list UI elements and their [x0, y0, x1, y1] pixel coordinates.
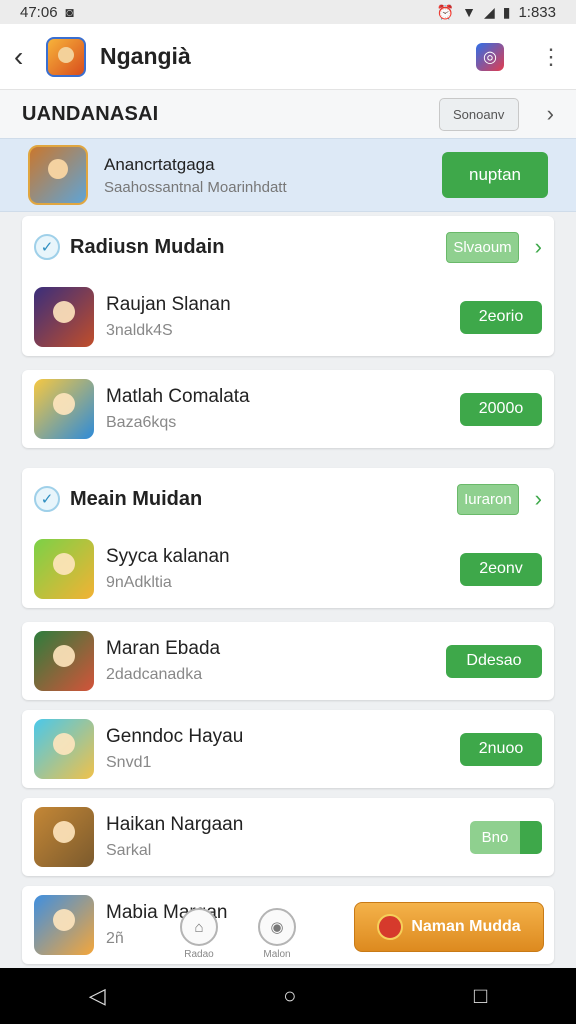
status-right: ⏰ ▼ ◢ ▮ 1:833	[437, 4, 556, 21]
list-item-button[interactable]: Ddesao	[446, 644, 542, 678]
group-title: Radiusn Mudain	[70, 235, 225, 258]
list-item-button-end	[520, 820, 542, 854]
app-bar: ‹ Ngangià ◎ ⋮	[0, 24, 576, 90]
featured-item[interactable]: Anancrtatgaga Saahossantnal Moarinhdatt …	[0, 138, 576, 212]
app-icon	[34, 895, 94, 955]
list-item-text: Matlah Comalata Baza6kqs	[106, 386, 460, 432]
store-icon[interactable]: ◎	[476, 42, 504, 71]
app-icon	[34, 379, 94, 439]
target-icon: ◉	[258, 908, 296, 946]
list-item[interactable]: Maran Ebada 2dadcanadka Ddesao	[22, 622, 554, 700]
app-logo	[46, 36, 86, 77]
group-card: ✓ Meain Muidan Iuraron › Syyca kalanan 9…	[22, 468, 554, 608]
floating-nav: ⌂ Radao ◉ Malon	[180, 908, 296, 960]
group-card: ✓ Radiusn Mudain Slvaoum › Raujan Slanan…	[22, 216, 554, 356]
list-item-button-label: Bno	[470, 820, 520, 854]
list-item-name: Matlah Comalata	[106, 386, 250, 407]
list-item-text: Syyca kalanan 9nAdkltia	[106, 546, 460, 592]
app-icon	[34, 539, 94, 599]
list-item-sub: Baza6kqs	[106, 414, 177, 431]
nav-label: Malon	[263, 949, 291, 960]
status-battery: 1:833	[518, 3, 556, 21]
featured-subtitle: Saahossantnal Moarinhdatt	[104, 178, 287, 196]
list-item-name: Haikan Nargaan	[106, 814, 244, 835]
list-card: Genndoc Hayau Snvd1 2nuoo	[22, 710, 554, 788]
nav-item-radao[interactable]: ⌂ Radao	[180, 908, 218, 960]
wifi-icon: ▼	[462, 4, 476, 20]
chevron-right-icon[interactable]: ›	[535, 486, 542, 512]
nav-item-malon[interactable]: ◉ Malon	[258, 908, 296, 960]
battery-icon: ▮	[502, 4, 511, 20]
back-nav-icon[interactable]: ◁	[89, 983, 106, 1009]
list-item-name: Syyca kalanan	[106, 546, 230, 567]
list-item-sub: Snvd1	[106, 754, 152, 771]
notification-icon: ◙	[65, 4, 75, 20]
group-badge[interactable]: Slvaoum	[446, 231, 519, 263]
back-icon[interactable]: ‹	[14, 41, 34, 73]
app-icon	[34, 631, 94, 691]
list-item-button[interactable]: 2eonv	[460, 552, 542, 586]
section-header: UANDANASAI Sonoanv ›	[0, 90, 576, 138]
list-item-sub: 3naldk4S	[106, 322, 173, 339]
featured-title: Anancrtatgaga	[104, 154, 215, 174]
featured-app-icon	[28, 145, 88, 205]
chevron-right-icon[interactable]: ›	[535, 234, 542, 260]
app-icon	[34, 807, 94, 867]
status-left: 47:06 ◙	[20, 4, 74, 21]
section-title: UANDANASAI	[22, 102, 159, 125]
status-time: 47:06	[20, 3, 58, 21]
check-icon: ✓	[34, 234, 60, 260]
app-icon	[34, 719, 94, 779]
list-item-button[interactable]: 2000o	[460, 392, 542, 426]
app-icon	[34, 287, 94, 347]
list-item-text: Raujan Slanan 3naldk4S	[106, 294, 460, 340]
list-item[interactable]: Genndoc Hayau Snvd1 2nuoo	[22, 710, 554, 788]
signal-icon: ◢	[483, 4, 495, 20]
group-header[interactable]: ✓ Meain Muidan Iuraron ›	[22, 468, 554, 530]
home-nav-icon[interactable]: ○	[283, 983, 296, 1009]
helmet-icon	[377, 914, 404, 940]
check-icon: ✓	[34, 486, 60, 512]
list-item-button[interactable]: 2nuoo	[460, 732, 542, 766]
list-item[interactable]: Raujan Slanan 3naldk4S 2eorio	[22, 278, 554, 356]
list-item-name: Raujan Slanan	[106, 294, 231, 315]
app-title: Ngangià	[100, 43, 191, 69]
list-item-text: Haikan Nargaan Sarkal	[106, 814, 470, 860]
system-nav-bar: ◁ ○ □	[0, 968, 576, 1024]
list-item-sub: 2dadcanadka	[106, 666, 203, 683]
more-options-icon[interactable]: ⋮	[540, 45, 562, 68]
nav-label: Radao	[184, 949, 214, 960]
list-item-name: Maran Ebada	[106, 638, 221, 659]
group-header[interactable]: ✓ Radiusn Mudain Slvaoum ›	[22, 216, 554, 278]
list-card: Maran Ebada 2dadcanadka Ddesao	[22, 622, 554, 700]
list-item-text: Genndoc Hayau Snvd1	[106, 726, 460, 772]
list-item-text: Maran Ebada 2dadcanadka	[106, 638, 446, 684]
list-item-button[interactable]: 2eorio	[460, 300, 542, 334]
list-card: Haikan Nargaan Sarkal Bno	[22, 798, 554, 876]
list-item[interactable]: Matlah Comalata Baza6kqs 2000o	[22, 370, 554, 448]
group-badge[interactable]: Iuraron	[457, 483, 519, 515]
recents-nav-icon[interactable]: □	[474, 983, 487, 1009]
cta-button[interactable]: Naman Mudda	[354, 902, 544, 952]
list-item-sub: Sarkal	[106, 842, 152, 859]
featured-action-button[interactable]: nuptan	[442, 152, 548, 198]
sort-button[interactable]: Sonoanv	[438, 97, 519, 131]
list-item[interactable]: Haikan Nargaan Sarkal Bno	[22, 798, 554, 876]
chevron-right-icon[interactable]: ›	[547, 101, 554, 127]
list-item-button[interactable]: Bno	[470, 820, 542, 854]
cta-label: Naman Mudda	[411, 918, 521, 935]
alarm-icon: ⏰	[436, 4, 455, 20]
list-item-sub: 9nAdkltia	[106, 574, 172, 591]
list-card: Matlah Comalata Baza6kqs 2000o	[22, 370, 554, 448]
group-title: Meain Muidan	[70, 487, 203, 510]
featured-text: Anancrtatgaga Saahossantnal Moarinhdatt	[104, 155, 442, 196]
status-bar: 47:06 ◙ ⏰ ▼ ◢ ▮ 1:833	[0, 0, 576, 24]
list-item-name: Genndoc Hayau	[106, 726, 244, 747]
list-item[interactable]: Syyca kalanan 9nAdkltia 2eonv	[22, 530, 554, 608]
lock-icon: ⌂	[180, 908, 218, 946]
